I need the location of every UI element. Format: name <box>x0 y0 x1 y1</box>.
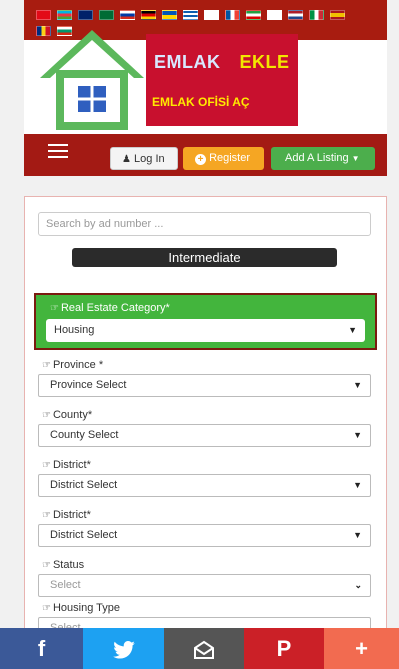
district-label: ☞ District* <box>42 459 91 471</box>
hamburger-icon[interactable] <box>48 144 68 160</box>
county-label: ☞ County* <box>42 409 92 421</box>
county-select[interactable]: County Select ▼ <box>38 424 371 447</box>
real-estate-category-group: ☞ Real Estate Category* Housing ▼ <box>34 293 377 350</box>
status-select[interactable]: Select ⌄ <box>38 574 371 597</box>
pointing-hand-icon: ☞ <box>50 303 59 314</box>
register-button[interactable]: + Register <box>183 147 264 170</box>
district-select[interactable]: District Select ▼ <box>38 474 371 497</box>
county-selected-value: County Select <box>50 429 119 441</box>
category-select[interactable]: Housing ▼ <box>46 319 365 342</box>
province-label-text: Province * <box>52 359 104 371</box>
pinterest-icon: P <box>276 636 292 661</box>
flag-saudi-icon[interactable] <box>99 10 114 20</box>
flag-ukraine-icon[interactable] <box>162 10 177 20</box>
flag-uk-icon[interactable] <box>78 10 93 20</box>
register-label: Register <box>209 152 251 164</box>
flag-netherlands-icon[interactable] <box>288 10 303 20</box>
search-filter-panel: Intermediate ☞Real Estate Category* Hous… <box>24 196 387 640</box>
caret-down-icon: ▼ <box>353 480 362 490</box>
flag-france-icon[interactable] <box>225 10 240 20</box>
flag-greece-icon[interactable] <box>183 10 198 20</box>
district-2-selected-value: District Select <box>50 529 118 541</box>
pointing-hand-icon: ☞ <box>42 560 51 571</box>
district-2-label-text: District* <box>52 509 91 521</box>
brand-title: EMLAK EKLE <box>154 52 290 73</box>
twitter-share-button[interactable] <box>83 628 164 669</box>
county-label-text: County* <box>52 409 93 421</box>
caret-down-icon: ▼ <box>351 154 360 163</box>
pointing-hand-icon: ☞ <box>42 360 51 371</box>
site-header: EMLAK EKLE EMLAK OFİSİ AÇ ♟ Log In + Reg… <box>24 0 387 176</box>
house-logo-icon[interactable] <box>38 26 146 130</box>
status-selected-value: Select <box>50 579 81 591</box>
district-2-label: ☞ District* <box>42 509 91 521</box>
plus-circle-icon: + <box>195 154 206 165</box>
email-share-button[interactable] <box>164 628 244 669</box>
login-button[interactable]: ♟ Log In <box>110 147 178 170</box>
district-label-text: District* <box>52 459 91 471</box>
intermediate-button[interactable]: Intermediate <box>72 248 337 267</box>
page: EMLAK EKLE EMLAK OFİSİ AÇ ♟ Log In + Reg… <box>0 0 399 669</box>
pointing-hand-icon: ☞ <box>42 410 51 421</box>
flag-iran-icon[interactable] <box>246 10 261 20</box>
flag-israel-icon[interactable] <box>267 10 282 20</box>
pointing-hand-icon: ☞ <box>42 460 51 471</box>
category-label-text: Real Estate Category* <box>60 302 170 314</box>
brand-word-ekle: EKLE <box>239 52 290 72</box>
flag-turkey-icon[interactable] <box>36 10 51 20</box>
flag-italy-icon[interactable] <box>309 10 324 20</box>
district-selected-value: District Select <box>50 479 118 491</box>
twitter-bird-icon <box>112 641 135 659</box>
flag-azerbaijan-icon[interactable] <box>57 10 72 20</box>
facebook-share-button[interactable]: f <box>0 628 83 669</box>
ad-number-search-input[interactable] <box>38 212 371 236</box>
flag-georgia-icon[interactable] <box>204 10 219 20</box>
pointing-hand-icon: ☞ <box>42 603 51 614</box>
pointing-hand-icon: ☞ <box>42 510 51 521</box>
more-share-button[interactable]: + <box>324 628 399 669</box>
user-icon: ♟ <box>122 154 131 165</box>
brand-banner[interactable]: EMLAK EKLE EMLAK OFİSİ AÇ <box>146 34 298 126</box>
flag-spain-icon[interactable] <box>330 10 345 20</box>
email-icon <box>194 640 214 660</box>
plus-icon: + <box>355 636 368 661</box>
brand-subtitle: EMLAK OFİSİ AÇ <box>152 95 250 109</box>
flag-germany-icon[interactable] <box>141 10 156 20</box>
flag-russia-icon[interactable] <box>120 10 135 20</box>
caret-down-icon: ▼ <box>353 430 362 440</box>
housing-type-label: ☞ Housing Type <box>42 602 120 614</box>
caret-down-icon: ▼ <box>348 325 357 335</box>
caret-down-icon: ▼ <box>353 380 362 390</box>
social-share-bar: f P + <box>0 628 399 669</box>
category-selected-value: Housing <box>54 324 95 336</box>
district-2-select[interactable]: District Select ▼ <box>38 524 371 547</box>
status-label: ☞ Status <box>42 559 84 571</box>
province-select[interactable]: Province Select ▼ <box>38 374 371 397</box>
housing-type-label-text: Housing Type <box>52 602 121 614</box>
login-label: Log In <box>134 153 165 165</box>
navbar: ♟ Log In + Register Add A Listing ▼ <box>24 134 387 176</box>
province-selected-value: Province Select <box>50 379 127 391</box>
caret-down-icon: ▼ <box>353 530 362 540</box>
chevron-down-icon: ⌄ <box>354 580 362 590</box>
status-label-text: Status <box>52 559 85 571</box>
add-listing-button[interactable]: Add A Listing ▼ <box>271 147 375 170</box>
category-label: ☞ Real Estate Category* <box>50 302 170 314</box>
brand-word-emlak: EMLAK <box>154 52 221 72</box>
facebook-icon: f <box>37 636 46 661</box>
add-listing-label: Add A Listing <box>285 152 349 164</box>
pinterest-share-button[interactable]: P <box>244 628 324 669</box>
province-label: ☞ Province * <box>42 359 103 371</box>
